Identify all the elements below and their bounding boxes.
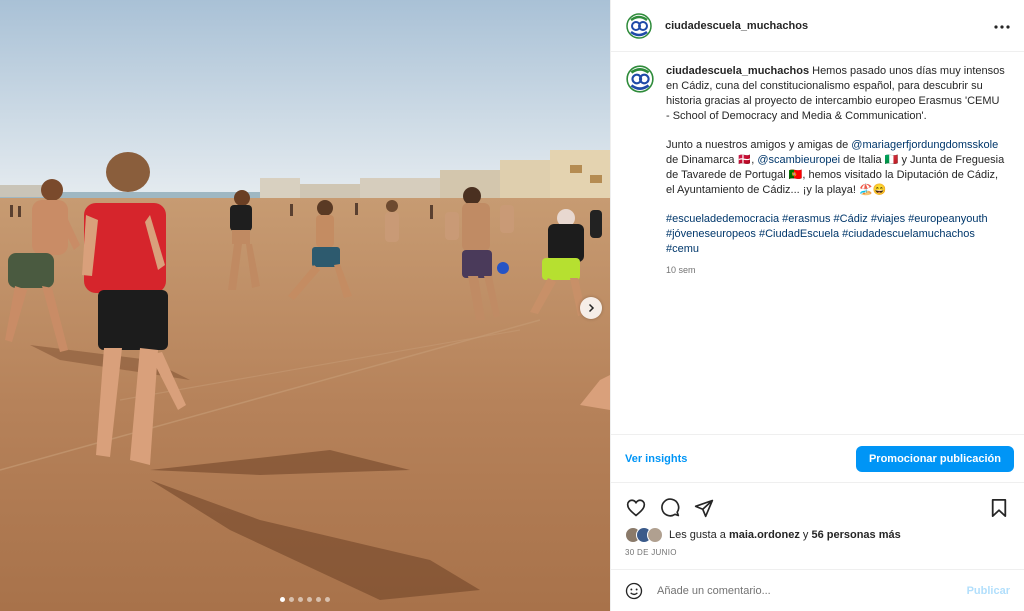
post-header: ciudadescuela_muchachos <box>611 0 1024 52</box>
emoji-icon[interactable] <box>625 582 643 600</box>
caption-section: ciudadescuela_muchachos Hemos pasado uno… <box>611 52 1024 434</box>
carousel-dot <box>280 597 285 602</box>
carousel-dot <box>325 597 330 602</box>
chevron-right-icon <box>588 303 595 313</box>
likes-middle: y <box>802 529 809 541</box>
comment-bar: Publicar <box>611 569 1024 611</box>
liker-avatars <box>625 527 663 543</box>
account-avatar[interactable] <box>625 11 653 40</box>
caption-text: ciudadescuela_muchachos Hemos pasado uno… <box>666 64 1006 434</box>
caption-paragraph: ciudadescuela_muchachos Hemos pasado uno… <box>666 64 1006 124</box>
liker-username[interactable]: maia.ordonez <box>729 529 800 541</box>
beach-scene-image <box>0 0 610 611</box>
caption-text-intro: Junto a nuestros amigos y amigas de <box>666 139 849 151</box>
more-options-button[interactable] <box>994 20 1010 32</box>
likes-count[interactable]: 56 personas más <box>811 529 900 541</box>
comment-icon <box>661 497 680 517</box>
header-username[interactable]: ciudadescuela_muchachos <box>665 20 808 32</box>
likes-summary[interactable]: Les gusta a maia.ordonez y 56 personas m… <box>611 526 1024 544</box>
carousel-dot <box>298 597 303 602</box>
insights-bar: Ver insights Promocionar publicación <box>611 434 1024 482</box>
comment-input[interactable] <box>657 584 967 597</box>
carousel-dot <box>307 597 312 602</box>
carousel-indicator <box>0 597 610 602</box>
carousel-dot <box>316 597 321 602</box>
hashtags[interactable]: #escueladedemocracia #erasmus #Cádiz #vi… <box>666 212 1006 257</box>
share-button[interactable] <box>693 497 715 519</box>
promote-post-button[interactable]: Promocionar publicación <box>855 445 1014 472</box>
publish-button[interactable]: Publicar <box>967 585 1010 597</box>
post-side-panel: ciudadescuela_muchachos ciudadescuela_mu… <box>610 0 1024 611</box>
likes-prefix: Les gusta a <box>669 529 726 541</box>
caption-username[interactable]: ciudadescuela_muchachos <box>666 65 809 77</box>
logo-icon <box>625 11 653 40</box>
action-bar <box>611 482 1024 526</box>
logo-icon <box>625 64 655 94</box>
avatar <box>647 527 663 543</box>
view-insights-link[interactable]: Ver insights <box>625 453 687 465</box>
caption-text-mid: de Dinamarca 🇩🇰, <box>666 154 755 166</box>
caption-avatar[interactable] <box>625 64 655 94</box>
caption-paragraph: Junto a nuestros amigos y amigas de @mar… <box>666 138 1006 198</box>
mention-link[interactable]: @scambieuropei <box>757 154 840 166</box>
save-button[interactable] <box>988 497 1010 519</box>
carousel-dot <box>289 597 294 602</box>
next-slide-button[interactable] <box>580 297 602 319</box>
more-icon <box>994 24 1010 29</box>
bookmark-icon <box>991 498 1007 517</box>
mention-link[interactable]: @mariagerfjordungdomsskole <box>851 139 998 151</box>
like-button[interactable] <box>625 497 647 519</box>
heart-icon <box>626 499 646 517</box>
post-date: 30 DE JUNIO <box>625 548 677 557</box>
post-time-ago: 10 sem <box>666 265 696 275</box>
post-photo[interactable] <box>0 0 610 611</box>
comment-button[interactable] <box>659 497 681 519</box>
post-modal: ciudadescuela_muchachos ciudadescuela_mu… <box>0 0 1024 611</box>
share-icon <box>694 499 714 517</box>
